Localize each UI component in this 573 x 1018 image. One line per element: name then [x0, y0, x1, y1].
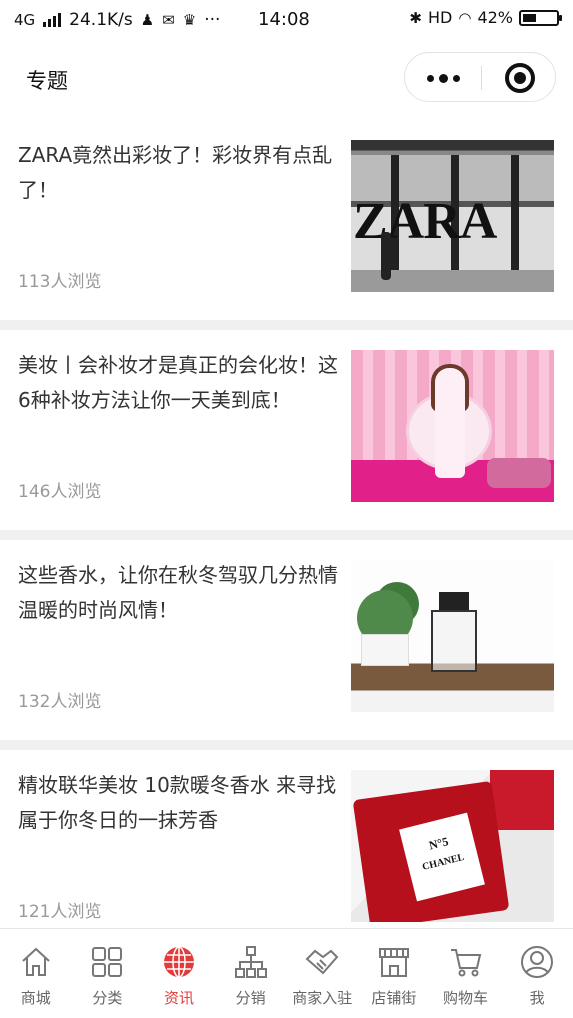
tab-label: 我 [529, 989, 545, 1007]
tab-label: 商城 [20, 989, 51, 1007]
article-card[interactable]: 这些香水，让你在秋冬驾驭几分热情温暖的时尚风情！ 132人浏览 [0, 540, 573, 740]
storefront-icon [378, 948, 409, 977]
article-thumbnail [351, 560, 554, 712]
page-title: 专题 [26, 69, 68, 93]
tab-mall[interactable]: 商城 [0, 929, 72, 1018]
status-bar: 4G 24.1K/s ♟ ✉ ♛ ··· 14:08 ✱ HD ◠ 42% [0, 0, 573, 40]
divider [0, 320, 573, 330]
divider [0, 740, 573, 750]
tab-label: 店铺街 [371, 989, 417, 1007]
article-title: 美妆丨会补妆才是真正的会化妆！这6种补妆方法让你一天美到底！ [18, 353, 338, 412]
bluetooth-icon: ✱ [409, 8, 422, 27]
article-card[interactable]: 精妆联华美妆 10款暖冬香水 来寻找属于你冬日的一抹芳香 121人浏览 N°5 C… [0, 750, 573, 950]
more-notifications: ··· [204, 10, 221, 30]
close-mini-program-icon[interactable] [505, 63, 535, 93]
article-thumbnail: N°5 CHANEL [351, 770, 554, 922]
org-chart-icon [234, 946, 267, 978]
mini-program-capsule [404, 52, 556, 102]
hd-indicator: HD [427, 8, 453, 27]
tab-me[interactable]: 我 [501, 929, 573, 1018]
bottom-tab-bar: 商城 分类 资讯 分销 商家入驻 店铺街 购物车 我 [0, 928, 573, 1018]
more-menu-icon[interactable] [405, 53, 481, 103]
article-views: 113人浏览 [18, 272, 102, 292]
tab-label: 资讯 [164, 989, 195, 1007]
article-card[interactable]: ZARA竟然出彩妆了！彩妆界有点乱了！ 113人浏览 ZARA [0, 120, 573, 320]
article-title: 这些香水，让你在秋冬驾驭几分热情温暖的时尚风情！ [18, 563, 338, 622]
handshake-icon [305, 949, 339, 975]
globe-icon [164, 946, 195, 978]
wifi-icon: ◠ [458, 8, 472, 27]
article-views: 132人浏览 [18, 692, 102, 712]
article-thumbnail: ZARA [351, 140, 554, 292]
tab-label: 商家入驻 [292, 989, 353, 1007]
divider [0, 530, 573, 540]
tab-category[interactable]: 分类 [72, 929, 144, 1018]
signal-icon [43, 13, 62, 27]
network-speed: 24.1K/s [69, 10, 133, 30]
article-title: ZARA竟然出彩妆了！彩妆界有点乱了！ [18, 143, 333, 202]
article-views: 146人浏览 [18, 482, 102, 502]
article-thumbnail [351, 350, 554, 502]
tab-label: 购物车 [443, 989, 489, 1007]
tab-news[interactable]: 资讯 [143, 929, 215, 1018]
zara-sign-text: ZARA [353, 193, 497, 250]
qq-icon: ♟ [140, 11, 155, 29]
user-icon [521, 946, 554, 978]
capsule-divider [481, 66, 482, 90]
battery-percent: 42% [477, 8, 513, 27]
nav-header: 专题 [0, 40, 573, 116]
clock: 14:08 [258, 9, 310, 30]
tab-store-street[interactable]: 店铺街 [358, 929, 430, 1018]
tab-cart[interactable]: 购物车 [430, 929, 502, 1018]
tab-label: 分销 [235, 989, 266, 1007]
network-type: 4G [14, 11, 36, 29]
tab-distribution[interactable]: 分销 [215, 929, 287, 1018]
tab-label: 分类 [92, 989, 123, 1007]
tab-merchant-join[interactable]: 商家入驻 [287, 929, 359, 1018]
article-title: 精妆联华美妆 10款暖冬香水 来寻找属于你冬日的一抹芳香 [18, 773, 337, 832]
cart-icon [450, 949, 481, 977]
home-icon [22, 947, 50, 976]
article-views: 121人浏览 [18, 902, 102, 922]
article-card[interactable]: 美妆丨会补妆才是真正的会化妆！这6种补妆方法让你一天美到底！ 146人浏览 [0, 330, 573, 530]
battery-icon [519, 9, 562, 26]
mail-icon: ✉ [162, 11, 175, 29]
grid-icon [92, 947, 123, 977]
crown-icon: ♛ [182, 11, 197, 29]
